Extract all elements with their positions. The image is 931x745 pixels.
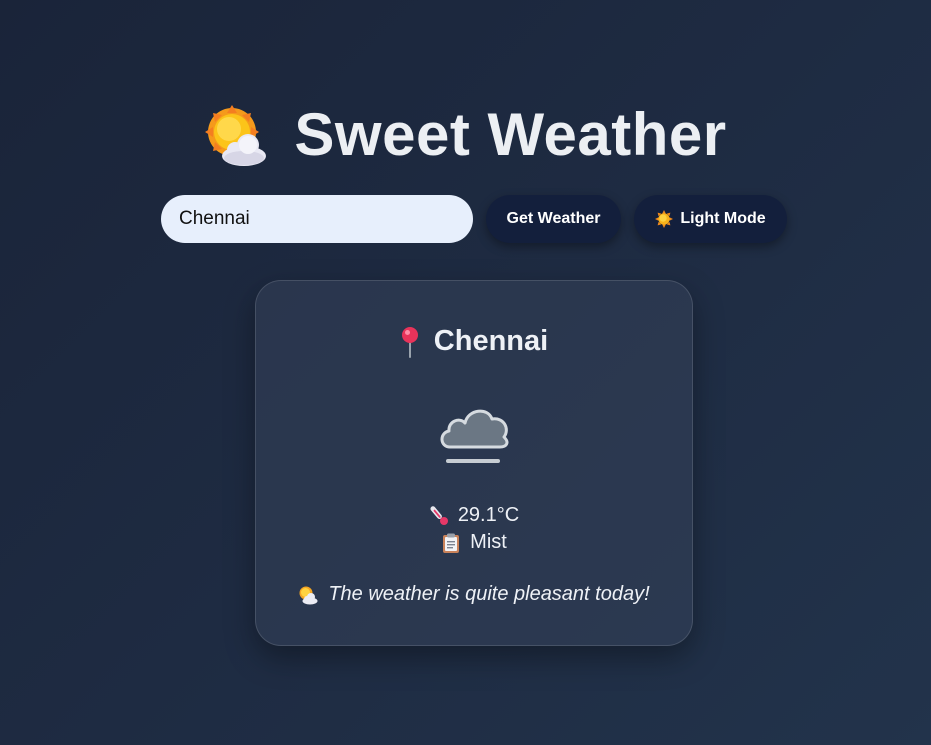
temperature-value: 29.1°C (457, 504, 520, 526)
weather-description: Mist (470, 531, 507, 553)
weather-message: The weather is quite pleasant today! (256, 583, 692, 606)
weather-card: Chennai 29.1°C Mist The weather is quite… (255, 280, 693, 646)
app-title: Sweet Weather (294, 101, 727, 168)
light-mode-label: Light Mode (680, 210, 766, 227)
city-name: Chennai (433, 325, 549, 357)
light-mode-toggle-button[interactable]: Light Mode (634, 195, 787, 243)
get-weather-button[interactable]: Get Weather (486, 195, 621, 243)
temperature-row: 29.1°C (256, 504, 692, 527)
app-header: Sweet Weather (0, 100, 931, 169)
city-search-input[interactable] (161, 195, 473, 243)
get-weather-label: Get Weather (506, 210, 601, 227)
sun-behind-cloud-icon (205, 104, 267, 166)
thermometer-icon (430, 505, 448, 525)
sun-behind-cloud-icon (299, 586, 318, 604)
round-pushpin-icon (401, 326, 418, 358)
search-bar: Get Weather Light Mode (161, 195, 787, 243)
clipboard-icon (443, 533, 460, 553)
location-heading: Chennai (256, 325, 692, 358)
fog-cloud-icon (440, 409, 509, 463)
description-row: Mist (256, 531, 692, 554)
weather-message-text: The weather is quite pleasant today! (328, 583, 650, 605)
sun-icon (655, 210, 674, 228)
